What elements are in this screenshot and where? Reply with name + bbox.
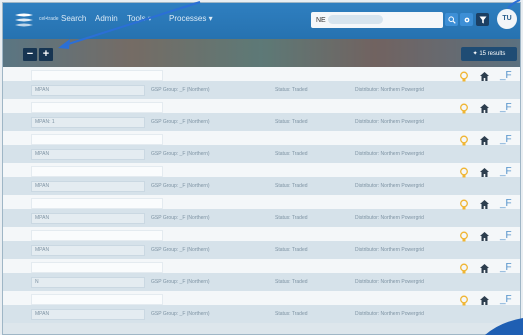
annotation-arrow-partial (507, 0, 521, 9)
annotation-arrow-head (58, 39, 70, 49)
annotation-arrow-line (61, 1, 201, 47)
annotation-overlay (58, 0, 523, 335)
annotation-corner-shape (485, 318, 523, 335)
